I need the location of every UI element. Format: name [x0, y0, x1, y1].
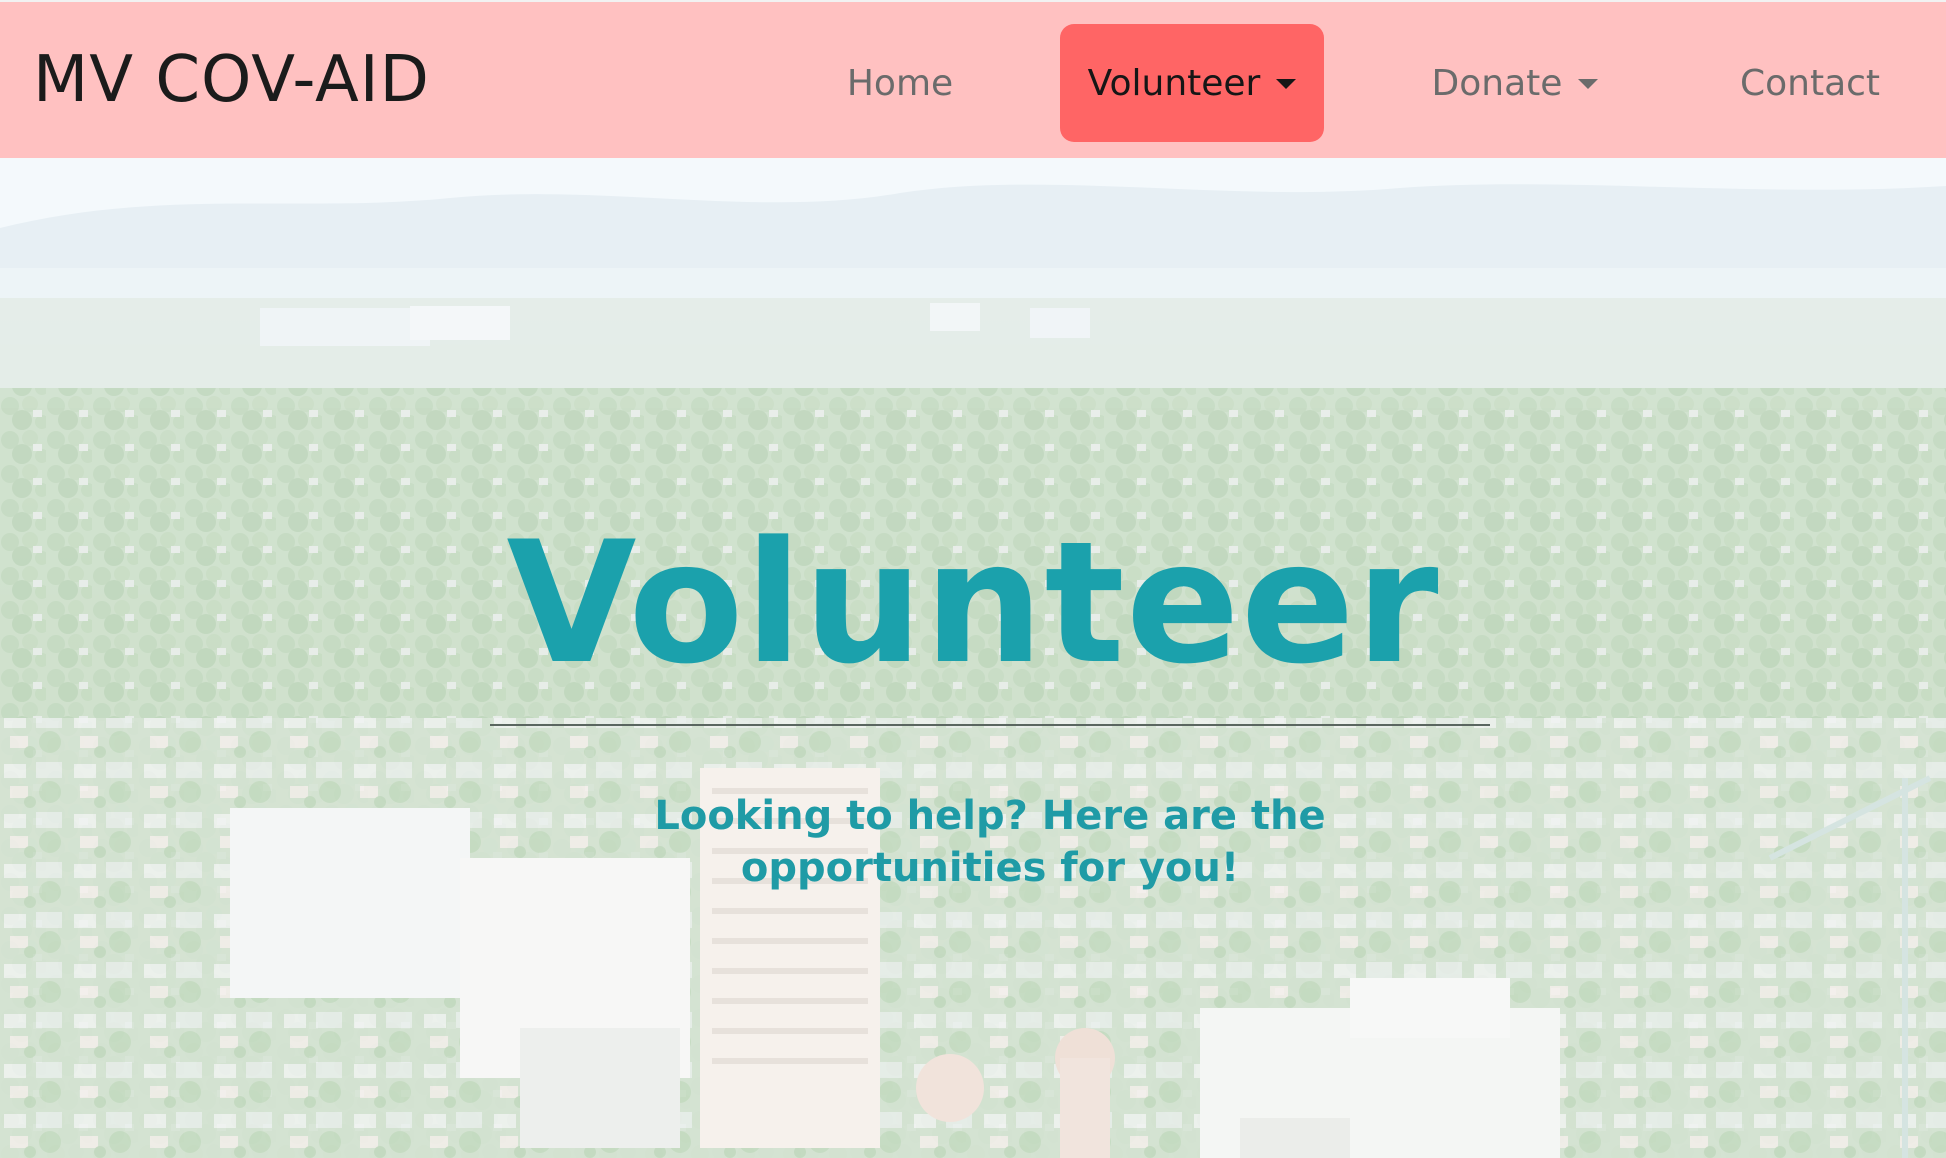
- hero-section: Volunteer Looking to help? Here are the …: [0, 158, 1946, 1158]
- nav-item-donate[interactable]: Donate: [1410, 24, 1620, 142]
- nav-item-contact[interactable]: Contact: [1720, 24, 1900, 142]
- nav-item-label: Home: [846, 62, 954, 104]
- nav-item-label: Contact: [1739, 62, 1881, 104]
- top-navbar: MV COV-AID Home Volunteer Donate Contact: [0, 0, 1946, 158]
- caret-down-icon: [1578, 79, 1599, 89]
- nav-item-volunteer[interactable]: Volunteer: [1060, 24, 1324, 142]
- nav-item-label: Donate: [1431, 62, 1563, 104]
- nav-item-label: Volunteer: [1087, 62, 1261, 104]
- nav-item-home[interactable]: Home: [820, 24, 980, 142]
- caret-down-icon: [1276, 79, 1297, 89]
- page-title: Volunteer: [506, 505, 1440, 701]
- hero-subtitle: Looking to help? Here are the opportunit…: [654, 793, 1326, 891]
- title-divider: [490, 724, 1490, 726]
- site-brand[interactable]: MV COV-AID: [33, 38, 430, 122]
